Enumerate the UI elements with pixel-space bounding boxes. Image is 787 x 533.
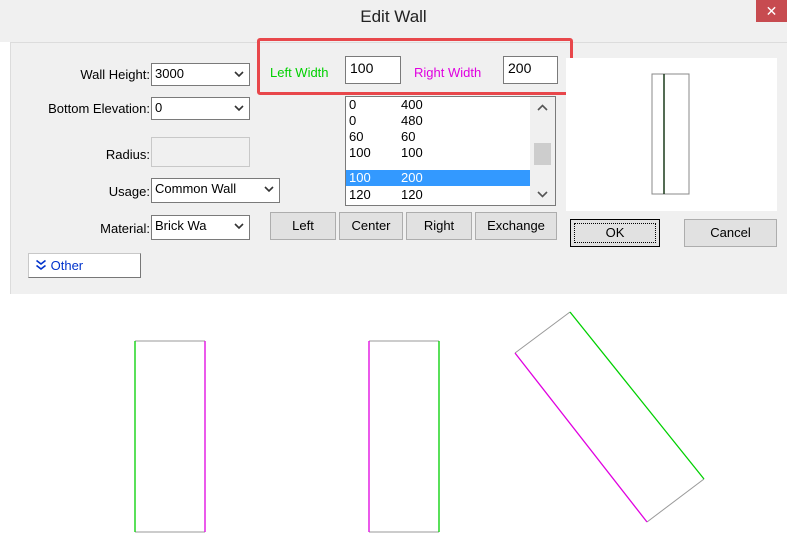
exchange-button[interactable]: Exchange [475, 212, 557, 240]
list-item-selected[interactable]: 100 200 [346, 170, 530, 186]
width-preset-list[interactable]: 0 400 0 480 60 60 100 100 100 200 120 120 [345, 96, 556, 206]
wall-height-label: Wall Height: [80, 67, 150, 82]
focus-rect [574, 223, 656, 243]
right-width-input[interactable]: 200 [503, 56, 558, 84]
bottom-elevation-label: Bottom Elevation: [48, 101, 150, 116]
chevron-down-icon [264, 186, 274, 193]
material-label: Material: [100, 221, 150, 236]
left-width-label: Left Width [270, 65, 329, 80]
right-width-label: Right Width [414, 65, 482, 80]
chevron-down-icon [234, 105, 244, 112]
material-value: Brick Wa [155, 218, 207, 233]
align-left-button[interactable]: Left [270, 212, 336, 240]
double-chevron-down-icon [36, 259, 46, 271]
scroll-down-icon[interactable] [537, 189, 548, 199]
radius-label: Radius: [105, 147, 150, 162]
list-item[interactable]: 100 100 [346, 145, 530, 161]
list-item[interactable]: 60 60 [346, 129, 530, 145]
wall-alignment-diagram [134, 311, 705, 533]
list-item[interactable]: 0 400 [346, 97, 530, 113]
radius-field [151, 137, 250, 167]
other-expander-button[interactable]: Other [28, 253, 141, 278]
wall-preview [566, 58, 777, 211]
list-scrollbar[interactable] [530, 97, 555, 205]
usage-label: Usage: [108, 184, 150, 199]
bottom-elevation-value: 0 [155, 100, 163, 115]
other-label: Other [50, 258, 84, 273]
window-title: Edit Wall [360, 7, 427, 26]
wall-example-3 [514, 311, 705, 523]
chevron-down-icon [234, 71, 244, 78]
material-combo[interactable]: Brick Wa [151, 215, 250, 240]
close-button[interactable]: ✕ [756, 0, 787, 22]
scroll-thumb[interactable] [534, 143, 551, 165]
list-item[interactable]: 120 120 [346, 187, 530, 203]
cancel-button[interactable]: Cancel [684, 219, 777, 247]
wall-height-combo[interactable]: 3000 [151, 63, 250, 86]
left-width-input[interactable]: 100 [345, 56, 401, 84]
scroll-up-icon[interactable] [537, 103, 548, 113]
usage-combo[interactable]: Common Wall [151, 178, 280, 203]
title-bar: Edit Wall ✕ [0, 0, 787, 42]
wall-example-2 [368, 340, 440, 533]
bottom-elevation-combo[interactable]: 0 [151, 97, 250, 120]
align-right-button[interactable]: Right [406, 212, 472, 240]
wall-example-1 [134, 340, 206, 533]
ok-button[interactable]: OK [570, 219, 660, 247]
wall-height-value: 3000 [155, 66, 184, 81]
wall-preview-graphic [651, 73, 690, 195]
list-item[interactable]: 0 480 [346, 113, 530, 129]
chevron-down-icon [234, 223, 244, 230]
usage-value: Common Wall [155, 181, 237, 196]
align-center-button[interactable]: Center [339, 212, 403, 240]
